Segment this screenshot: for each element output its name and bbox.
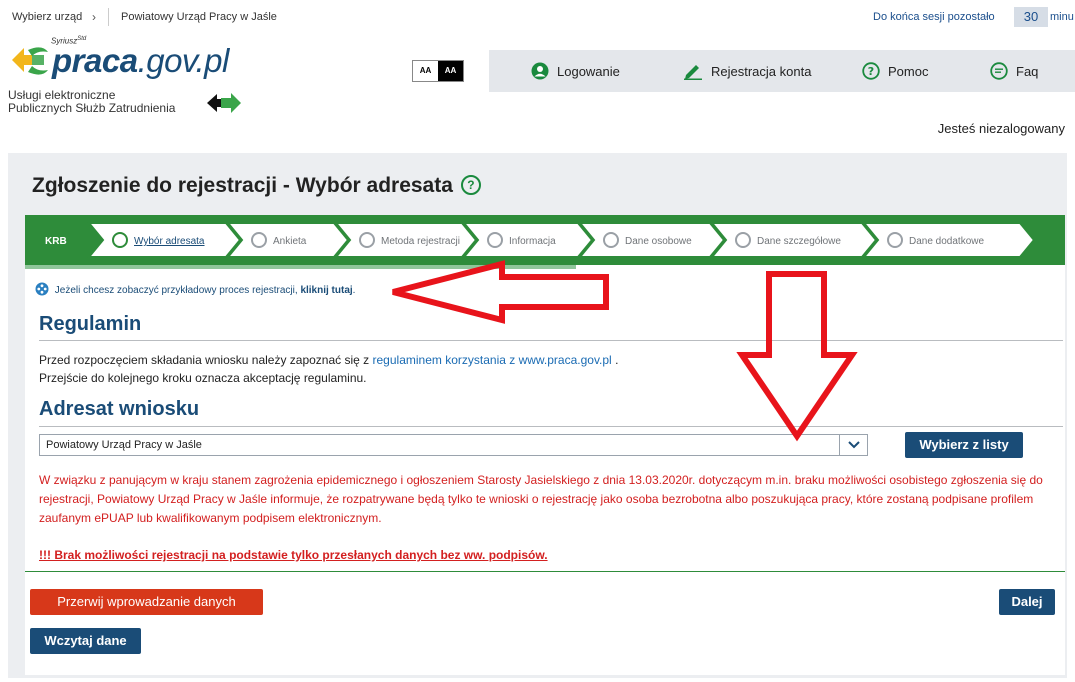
example-process-info: Jeżeli chcesz zobaczyć przykładowy proce… (35, 282, 355, 296)
step-item: Dane dodatkowe (861, 222, 1036, 258)
regulamin-link[interactable]: regulaminem korzystania z www.praca.gov.… (373, 353, 612, 367)
breadcrumb-divider (108, 8, 109, 26)
session-label: Do końca sesji pozostało (873, 11, 995, 23)
regulamin-divider (39, 340, 1063, 341)
regulamin-text-line2: Przejście do kolejnego kroku oznacza akc… (39, 371, 367, 385)
chat-bubble-icon (990, 62, 1008, 80)
epidemic-warning: W związku z panującym w kraju stanem zag… (39, 473, 1043, 525)
step-label: Dane osobowe (625, 236, 692, 247)
step-progress-bar: KRB Wybór adresata Ankieta Metoda rejestrac… (25, 215, 1065, 265)
pencil-icon (684, 65, 702, 80)
step-label: Wybór adresata (134, 236, 205, 247)
step-status-icon (251, 232, 267, 248)
user-circle-icon (531, 62, 549, 80)
step-label: Metoda rejestracji (381, 236, 460, 247)
session-unit: minu (1050, 11, 1074, 23)
office-select-value: Powiatowy Urząd Pracy w Jaśle (46, 439, 202, 451)
question-circle-icon: ? (862, 62, 880, 80)
steps-chevrons: KRB Wybór adresata Ankieta Metoda rejestrac… (45, 222, 1036, 258)
step-status-icon (112, 232, 128, 248)
film-reel-icon (35, 282, 49, 296)
breadcrumb-home-link[interactable]: Wybierz urząd (12, 11, 82, 23)
logo-subtitle: Usługi elektroniczne Publicznych Służb Z… (8, 88, 176, 115)
title-help-icon[interactable]: ? (460, 175, 481, 195)
step-item: Dane szczegółowe (709, 222, 878, 258)
adresat-divider (39, 426, 1063, 427)
step-status-icon (603, 232, 619, 248)
chevron-down-icon[interactable] (839, 435, 867, 455)
step-label: Ankieta (273, 236, 307, 247)
session-minutes-value: 30 (1014, 7, 1048, 27)
step-label: Dane dodatkowe (909, 236, 984, 247)
nav-login-link[interactable]: Logowanie (531, 50, 620, 92)
nav-register-link[interactable]: Rejestracja konta (683, 50, 811, 92)
step-label: Dane szczegółowe (757, 236, 841, 247)
font-size-toggle: AA AA (412, 60, 464, 82)
logo-symbol-icon (12, 47, 48, 75)
step-item[interactable]: Wybór adresata (86, 222, 242, 258)
example-process-link[interactable]: kliknij tutaj (300, 285, 352, 296)
signature-warning: !!! Brak możliwości rejestracji na podst… (39, 548, 548, 562)
choose-from-list-button[interactable]: Wybierz z listy (905, 432, 1023, 458)
main-navigation: Logowanie Rejestracja konta ? Pomoc Faq (489, 50, 1075, 92)
step-item: Informacja (461, 222, 594, 258)
site-logo[interactable]: SyriuszStd praca.gov.pl Usługi elektroni… (8, 34, 288, 115)
page-title: Zgłoszenie do rejestracji - Wybór adresa… (32, 174, 481, 198)
office-select[interactable]: Powiatowy Urząd Pracy w Jaśle (39, 434, 868, 456)
step-item: Metoda rejestracji (333, 222, 478, 258)
adresat-heading: Adresat wniosku (39, 398, 200, 420)
font-contrast-button[interactable]: AA (438, 61, 463, 81)
step-status-icon (359, 232, 375, 248)
cancel-entry-button[interactable]: Przerwij wprowadzanie danych (30, 589, 263, 615)
step-status-icon (487, 232, 503, 248)
breadcrumb-current: Powiatowy Urząd Pracy w Jaśle (121, 11, 277, 23)
nav-faq-link[interactable]: Faq (990, 50, 1038, 92)
regulamin-text-line1: Przed rozpoczęciem składania wniosku nal… (39, 353, 619, 367)
login-status: Jesteś niezalogowany (937, 121, 1065, 136)
step-completion-bar (25, 265, 577, 269)
registration-panel: Zgłoszenie do rejestracji - Wybór adresa… (8, 153, 1067, 678)
next-button[interactable]: Dalej (999, 589, 1055, 615)
form-divider (25, 571, 1065, 572)
nav-help-link[interactable]: ? Pomoc (862, 50, 928, 92)
top-bar: Wybierz urząd › Powiatowy Urząd Pracy w … (0, 0, 1075, 34)
step-label: Informacja (509, 236, 556, 247)
logo-arrow-icon (207, 93, 241, 113)
step-status-icon (735, 232, 751, 248)
svg-text:?: ? (868, 65, 874, 78)
regulamin-heading: Regulamin (39, 313, 142, 335)
step-status-icon (887, 232, 903, 248)
step-item: Ankieta (225, 222, 350, 258)
load-data-button[interactable]: Wczytaj dane (30, 628, 141, 654)
logo-wordmark: praca.gov.pl (52, 42, 229, 79)
breadcrumb-separator: › (92, 10, 96, 24)
step-item: Dane osobowe (577, 222, 726, 258)
step-krb-label: KRB (45, 236, 67, 247)
form-content: KRB Wybór adresata Ankieta Metoda rejestrac… (25, 215, 1065, 675)
font-normal-button[interactable]: AA (413, 61, 438, 81)
